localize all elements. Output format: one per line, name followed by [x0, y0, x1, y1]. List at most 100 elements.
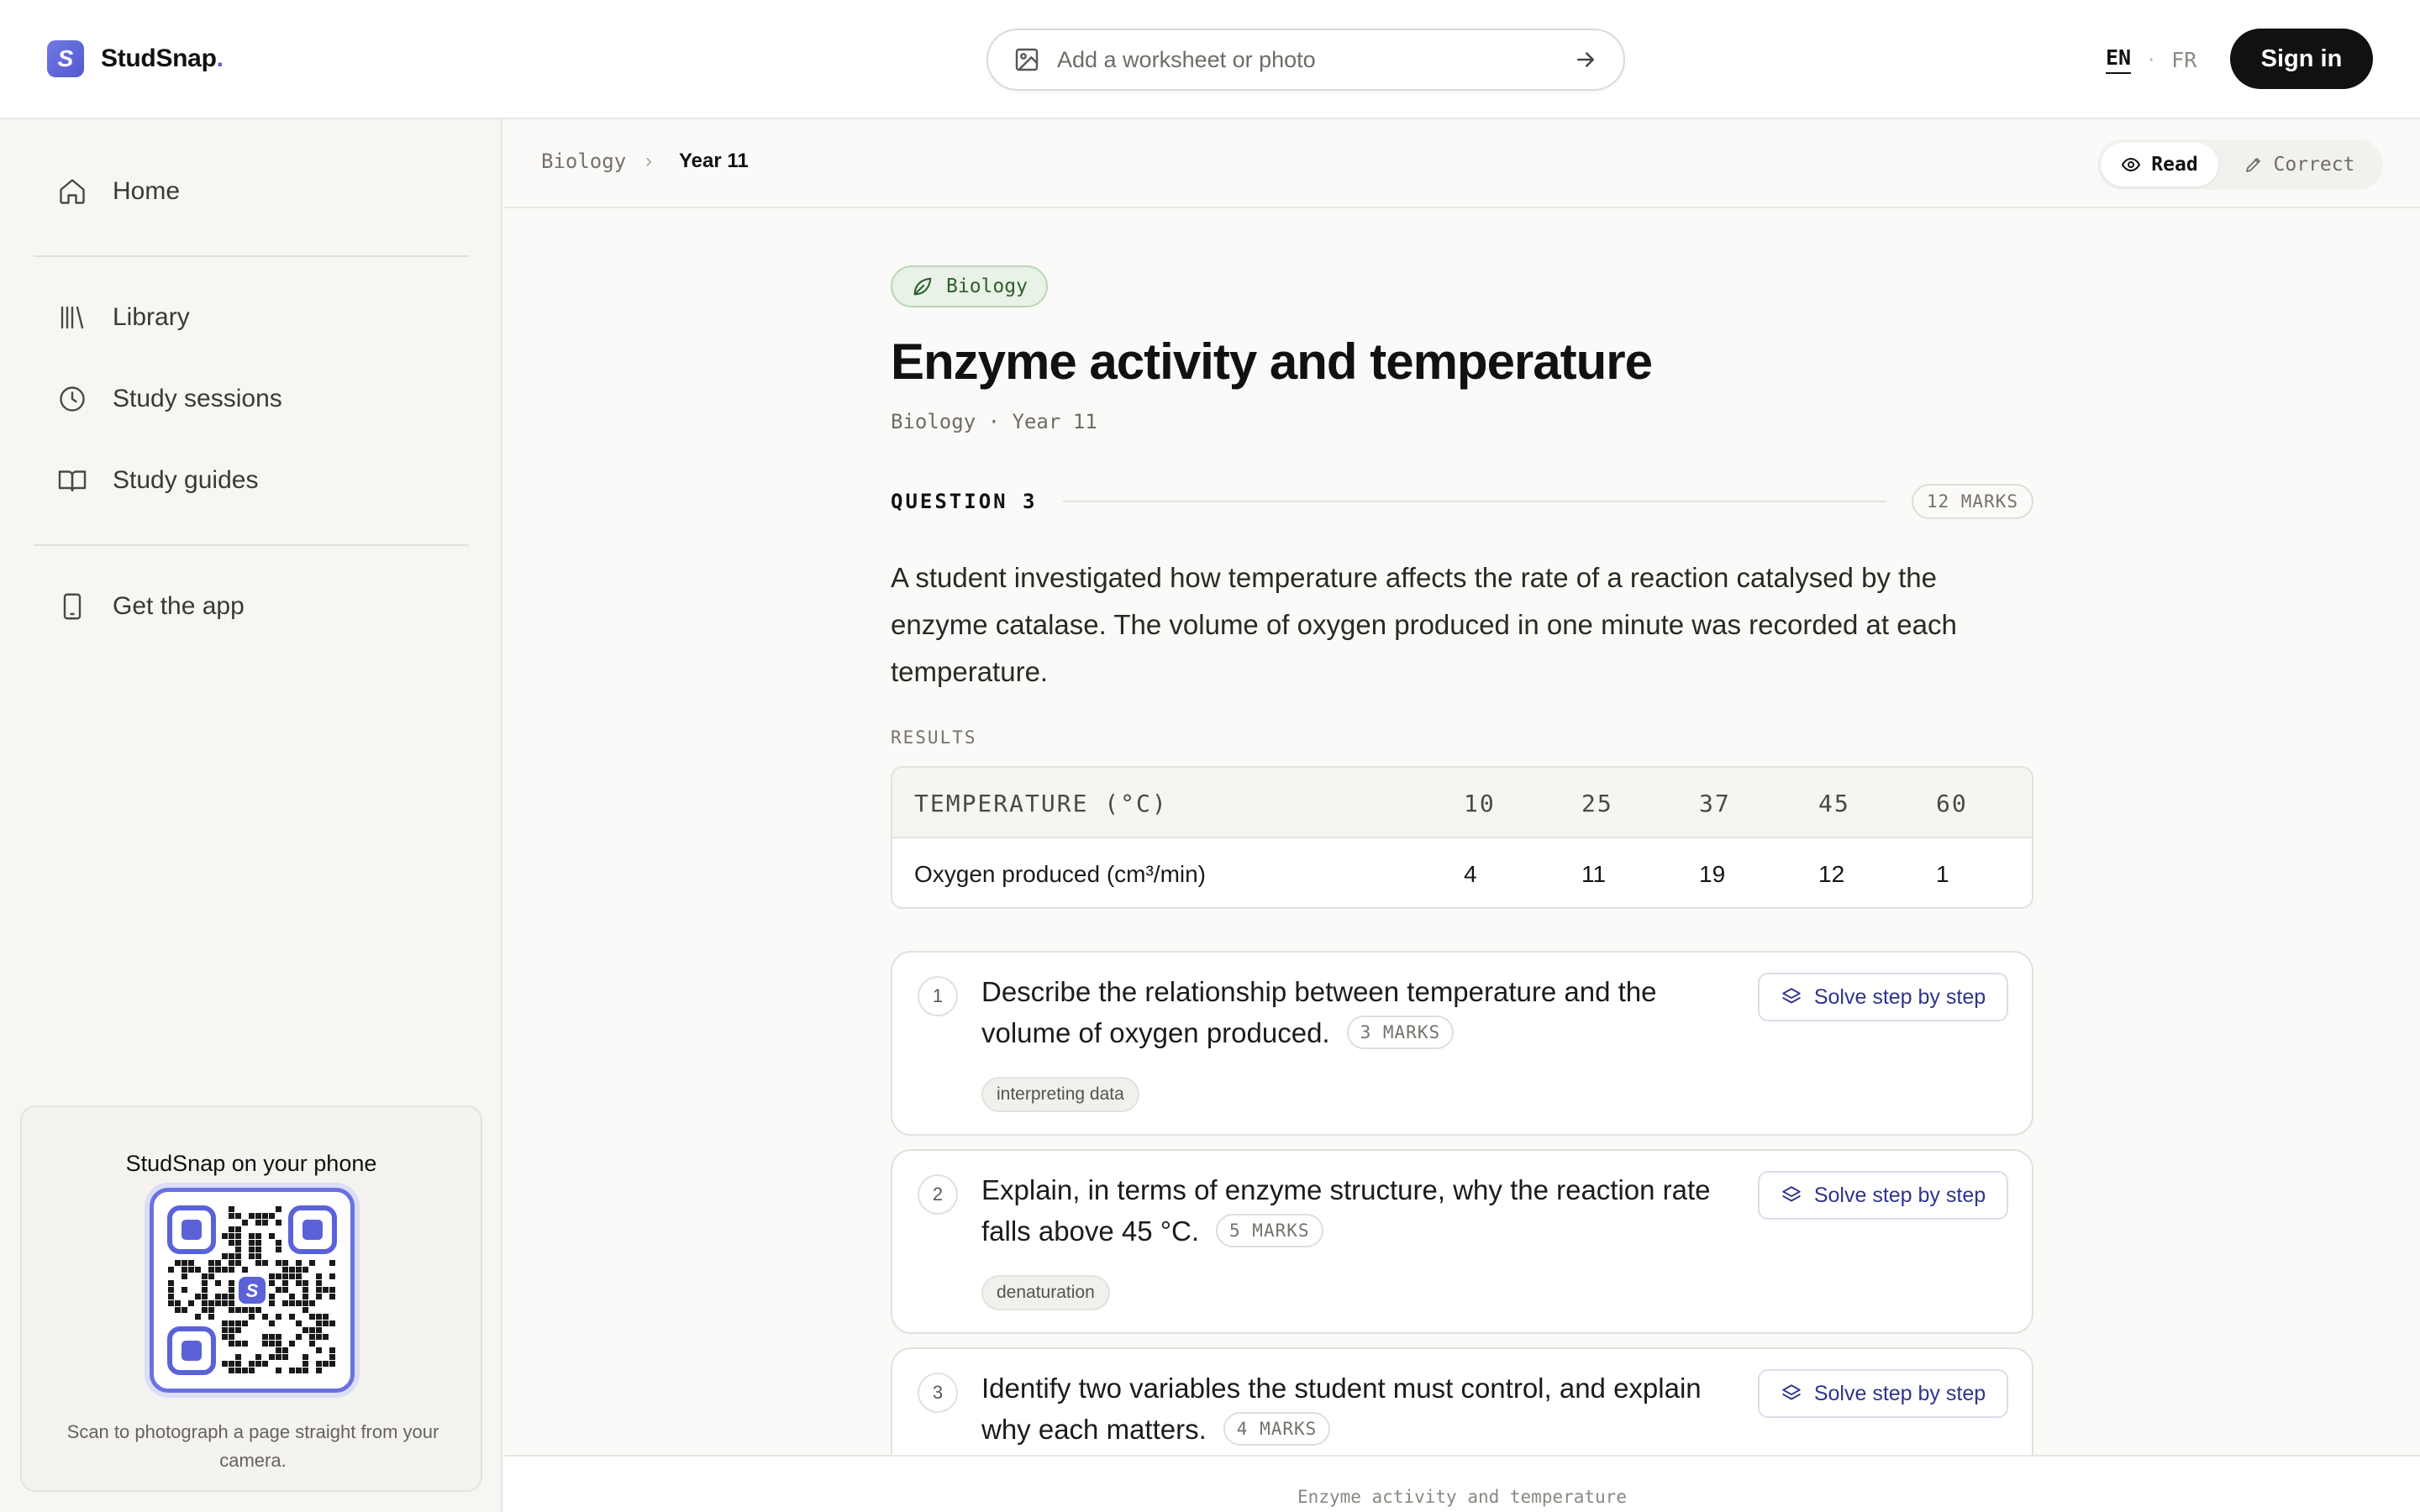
solve-step-by-step-button[interactable]: Solve step by step: [1758, 973, 2008, 1021]
qr-code: S: [150, 1188, 355, 1393]
qr-module: [222, 1253, 228, 1259]
qr-module: [229, 1280, 234, 1286]
sign-in-button[interactable]: Sign in: [2230, 29, 2373, 89]
language-switch: EN · FR: [2106, 45, 2196, 74]
solve-step-by-step-button[interactable]: Solve step by step: [1758, 1171, 2008, 1220]
question-part: 2 Explain, in terms of enzyme structure,…: [891, 1149, 2033, 1334]
qr-module: [168, 1294, 174, 1299]
qr-module: [249, 1314, 255, 1320]
mode-toggle: Read Correct: [2097, 139, 2383, 190]
qr-module: [229, 1267, 234, 1273]
qr-module: [302, 1280, 308, 1286]
solve-button-label: Solve step by step: [1813, 984, 1986, 1009]
table-cell: 12: [1818, 861, 1845, 887]
skill-tag[interactable]: interpreting data: [981, 1077, 1139, 1112]
qr-module: [282, 1280, 288, 1286]
sidebar-item-label: Get the app: [113, 592, 245, 620]
sidebar-item-get-the-app[interactable]: Get the app: [57, 591, 245, 622]
qr-module: [302, 1300, 308, 1306]
qr-module: [323, 1287, 329, 1293]
breadcrumb-item-subject[interactable]: Biology: [541, 150, 626, 173]
question-divider: [1062, 501, 1886, 502]
qr-module: [222, 1294, 228, 1299]
qr-module: [323, 1314, 329, 1320]
qr-module: [175, 1300, 181, 1306]
mode-correct-label: Correct: [2273, 154, 2355, 176]
mode-read-button[interactable]: Read: [2101, 143, 2218, 186]
lang-en[interactable]: EN: [2106, 45, 2132, 74]
sidebar-item-home[interactable]: Home: [57, 176, 180, 207]
clock-icon: [60, 386, 85, 412]
qr-module: [302, 1368, 308, 1373]
qr-module: [222, 1267, 228, 1273]
mode-correct-button[interactable]: Correct: [2218, 143, 2380, 186]
qr-module: [242, 1368, 248, 1373]
qr-module: [296, 1320, 302, 1326]
qr-module: [188, 1300, 194, 1306]
qr-module: [215, 1280, 221, 1286]
sidebar-item-study-guides[interactable]: Study guides: [57, 465, 258, 496]
qr-module: [255, 1240, 261, 1246]
qr-module: [229, 1368, 234, 1373]
qr-module: [229, 1341, 234, 1347]
lang-fr[interactable]: FR: [2171, 48, 2196, 72]
qr-module: [242, 1307, 248, 1313]
qr-module: [235, 1361, 241, 1367]
qr-module: [289, 1368, 295, 1373]
qr-module: [329, 1320, 335, 1326]
qr-module: [235, 1341, 241, 1347]
table-header-cell: 10: [1464, 790, 1496, 817]
page-title: Enzyme activity and temperature: [891, 333, 1653, 390]
qr-module: [329, 1273, 335, 1279]
qr-module: [235, 1307, 241, 1313]
qr-module: [309, 1334, 315, 1340]
sidebar-item-label: Study sessions: [113, 385, 282, 412]
table-header-cell: 25: [1581, 790, 1613, 817]
sidebar-item-study-sessions[interactable]: Study sessions: [57, 384, 282, 414]
skill-tag[interactable]: denaturation: [981, 1275, 1110, 1310]
sidebar-item-library[interactable]: Library: [57, 302, 190, 333]
qr-module: [235, 1247, 241, 1252]
upload-input[interactable]: Add a worksheet or photo: [986, 29, 1625, 91]
part-text: Identify two variables the student must …: [981, 1373, 1702, 1446]
solve-step-by-step-button[interactable]: Solve step by step: [1758, 1369, 2008, 1418]
qr-module: [262, 1213, 268, 1219]
qr-pattern: S: [167, 1205, 337, 1375]
qr-module: [208, 1307, 214, 1313]
table-row: Oxygen produced (cm³/min) 4 11 19 12 1: [892, 839, 2032, 907]
qr-module: [309, 1314, 315, 1320]
qr-module: [222, 1300, 228, 1306]
qr-module: [222, 1233, 228, 1239]
qr-module: [202, 1294, 208, 1299]
qr-module: [302, 1287, 308, 1293]
qr-module: [269, 1341, 275, 1347]
arrow-right-icon[interactable]: [1573, 47, 1598, 72]
qr-module: [302, 1267, 308, 1273]
qr-module: [255, 1307, 261, 1313]
qr-module: [329, 1361, 335, 1367]
qr-module: [316, 1294, 322, 1299]
qr-module: [249, 1253, 255, 1259]
qr-module: [309, 1341, 315, 1347]
qr-module: [242, 1220, 248, 1226]
qr-module: [269, 1294, 275, 1299]
subject-tag[interactable]: Biology: [891, 265, 1048, 307]
qr-module: [215, 1267, 221, 1273]
sidebar-divider: [34, 544, 469, 546]
brand-logo[interactable]: S StudSnap.: [47, 40, 224, 77]
layers-icon: [1782, 1186, 1801, 1202]
qr-module: [282, 1347, 288, 1353]
part-number: 3: [918, 1373, 958, 1413]
qr-module: [262, 1220, 268, 1226]
table-cell: 11: [1581, 861, 1607, 887]
qr-module: [262, 1334, 268, 1340]
qr-module: [249, 1368, 255, 1373]
qr-module: [229, 1260, 234, 1266]
qr-module: [249, 1233, 255, 1239]
qr-module: [269, 1300, 275, 1306]
qr-module: [309, 1300, 315, 1306]
qr-module: [296, 1334, 302, 1340]
qr-module: [276, 1347, 281, 1353]
qr-module: [262, 1361, 268, 1367]
results-table: TEMPERATURE (°C) 10 25 37 45 60 Oxygen p…: [891, 766, 2033, 909]
